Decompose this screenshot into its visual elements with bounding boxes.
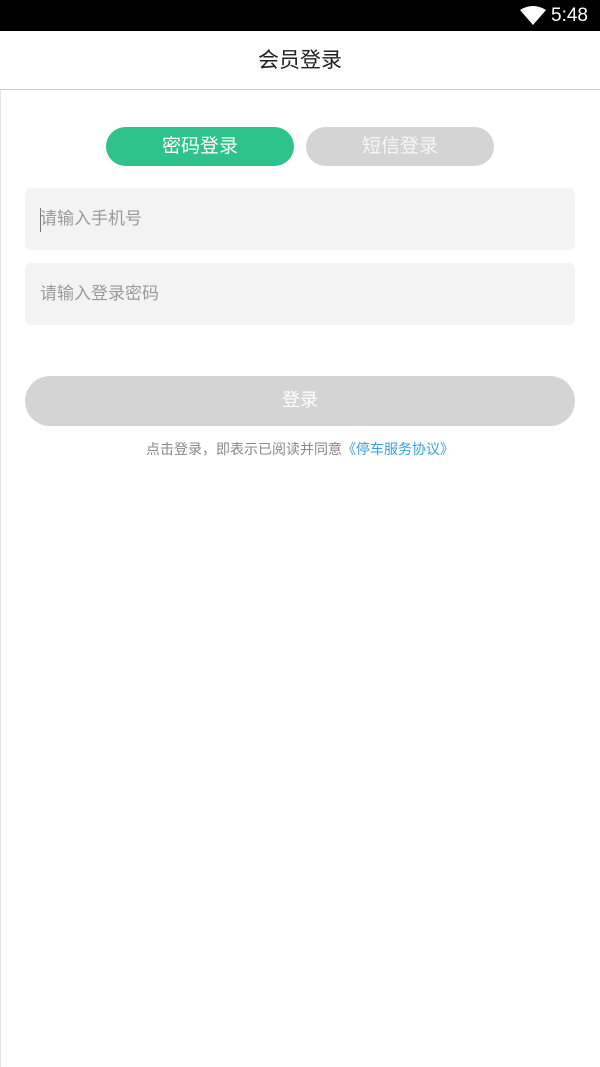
- page-header: 会员登录: [0, 31, 600, 90]
- phone-field-container: [25, 188, 575, 250]
- password-field-container: [25, 263, 575, 325]
- agreement-text: 点击登录，即表示已阅读并同意《停车服务协议》: [0, 440, 600, 460]
- status-time: 5:48: [551, 5, 588, 26]
- login-button[interactable]: 登录: [25, 376, 575, 426]
- phone-input[interactable]: [25, 188, 575, 250]
- tab-sms-login[interactable]: 短信登录: [306, 127, 494, 166]
- agreement-prefix: 点击登录，即表示已阅读并同意: [146, 442, 342, 458]
- left-divider: [0, 90, 1, 1067]
- password-input[interactable]: [25, 263, 575, 325]
- wifi-icon: [520, 6, 546, 25]
- tab-password-login[interactable]: 密码登录: [106, 127, 294, 166]
- login-mode-tabs: 密码登录 短信登录: [106, 127, 494, 166]
- status-bar: 5:48: [0, 0, 600, 31]
- text-caret: [40, 208, 41, 232]
- page-title: 会员登录: [258, 48, 342, 72]
- service-agreement-link[interactable]: 《停车服务协议》: [342, 442, 454, 458]
